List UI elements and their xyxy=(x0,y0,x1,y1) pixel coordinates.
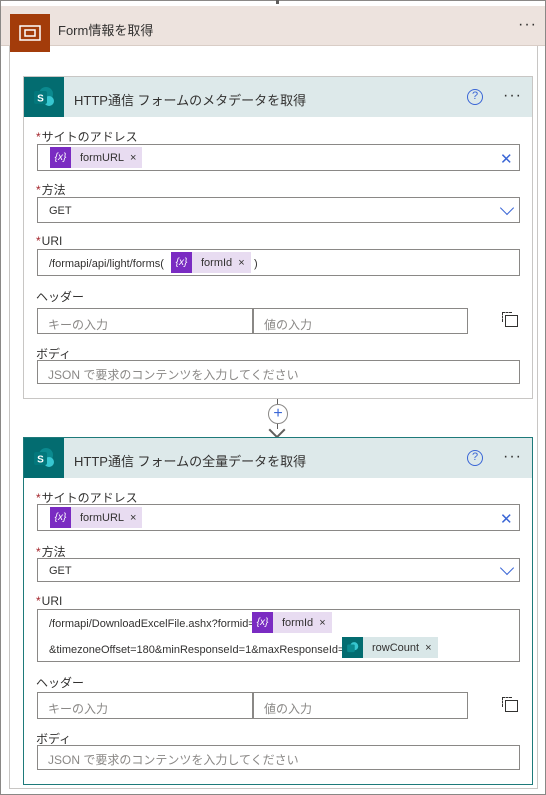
action-title: HTTP通信 フォームの全量データを取得 xyxy=(74,454,307,469)
sharepoint-icon xyxy=(342,637,363,658)
token-remove-button[interactable]: × xyxy=(130,152,142,164)
uri-line1-text: /formapi/DownloadExcelFile.ashx?formid= xyxy=(49,618,255,630)
action-header[interactable]: S HTTP通信 フォームのメタデータを取得 ? ··· xyxy=(24,77,532,117)
scope-header[interactable]: Form情報を取得 ··· xyxy=(1,6,545,52)
method-value: GET xyxy=(49,565,72,577)
method-label: *方法 xyxy=(36,183,66,197)
headers-label: ヘッダー xyxy=(36,290,85,304)
variable-icon: {x} xyxy=(252,612,273,633)
clear-icon[interactable]: ✕ xyxy=(500,510,513,528)
body-input[interactable]: JSON で要求のコンテンツを入力してください xyxy=(37,745,520,770)
switch-to-text-mode-icon[interactable] xyxy=(502,697,518,712)
method-value: GET xyxy=(49,205,72,217)
uri-line2-text: &timezoneOffset=180&minResponseId=1&maxR… xyxy=(49,644,345,656)
token-remove-button[interactable]: × xyxy=(319,617,331,629)
uri-label: *URI xyxy=(36,234,63,248)
uri-prefix-text: /formapi/api/light/forms( xyxy=(49,258,164,270)
variable-token[interactable]: {x} formURL × xyxy=(50,147,143,168)
svg-text:S: S xyxy=(37,94,44,105)
action-title: HTTP通信 フォームのメタデータを取得 xyxy=(74,93,307,108)
add-step-button[interactable]: + xyxy=(268,404,288,424)
action-more-button[interactable]: ··· xyxy=(503,88,522,104)
variable-icon: {x} xyxy=(171,252,192,273)
token-remove-button[interactable]: × xyxy=(238,257,250,269)
sharepoint-icon: S xyxy=(24,438,64,478)
token-remove-button[interactable]: × xyxy=(130,512,142,524)
variable-token[interactable]: {x} formId × xyxy=(252,612,332,633)
help-icon[interactable]: ? xyxy=(467,89,483,105)
chevron-down-icon[interactable] xyxy=(499,560,515,576)
connector-top xyxy=(276,0,279,4)
token-remove-button[interactable]: × xyxy=(425,642,437,654)
sharepoint-icon: S xyxy=(24,77,64,117)
variable-icon: {x} xyxy=(50,507,71,528)
help-icon[interactable]: ? xyxy=(467,450,483,466)
action-header[interactable]: S HTTP通信 フォームの全量データを取得 ? ··· xyxy=(24,438,532,478)
method-select[interactable]: GET xyxy=(37,558,520,582)
scope-title: Form情報を取得 xyxy=(58,23,154,38)
action-card-fulldata: S HTTP通信 フォームの全量データを取得 ? ··· *サイトのアドレス {… xyxy=(23,437,533,785)
header-value-input[interactable]: 値の入力 xyxy=(253,692,468,719)
sharepoint-token[interactable]: rowCount × xyxy=(342,637,438,658)
variable-icon: {x} xyxy=(50,147,71,168)
site-address-field[interactable]: {x} formURL × ✕ xyxy=(37,504,520,531)
site-address-field[interactable]: {x} formURL × ✕ xyxy=(37,144,520,171)
uri-suffix-text: ) xyxy=(254,258,258,270)
clear-icon[interactable]: ✕ xyxy=(500,150,513,168)
switch-to-text-mode-icon[interactable] xyxy=(502,312,518,327)
uri-label: *URI xyxy=(36,594,63,608)
header-key-input[interactable]: キーの入力 xyxy=(37,308,253,334)
header-key-input[interactable]: キーの入力 xyxy=(37,692,253,719)
header-value-input[interactable]: 値の入力 xyxy=(253,308,468,334)
action-more-button[interactable]: ··· xyxy=(503,449,522,465)
chevron-down-icon[interactable] xyxy=(499,200,515,216)
variable-token[interactable]: {x} formId × xyxy=(171,252,251,273)
svg-text:S: S xyxy=(37,455,44,466)
variable-token[interactable]: {x} formURL × xyxy=(50,507,143,528)
uri-field[interactable]: /formapi/DownloadExcelFile.ashx?formid= … xyxy=(37,609,520,662)
uri-field[interactable]: /formapi/api/light/forms( {x} formId × ) xyxy=(37,249,520,276)
headers-label: ヘッダー xyxy=(36,676,85,690)
action-card-metadata: S HTTP通信 フォームのメタデータを取得 ? ··· *サイトのアドレス {… xyxy=(23,76,533,399)
site-address-label: *サイトのアドレス xyxy=(36,130,138,144)
scope-more-button[interactable]: ··· xyxy=(518,17,537,33)
body-input[interactable]: JSON で要求のコンテンツを入力してください xyxy=(37,360,520,384)
method-select[interactable]: GET xyxy=(37,197,520,223)
